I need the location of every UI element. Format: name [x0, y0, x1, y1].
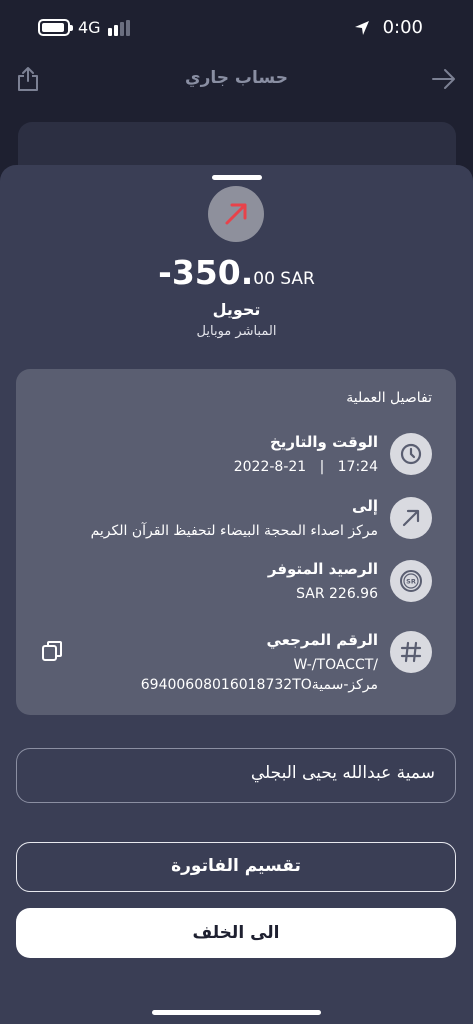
datetime-label: الوقت والتاريخ: [269, 433, 378, 451]
clock: 0:00: [382, 17, 423, 38]
reference-label: الرقم المرجعي: [266, 631, 378, 649]
reference-line1: W-/TOACCT/: [293, 657, 378, 673]
hash-icon: [400, 641, 422, 663]
amount-fraction: 00 SAR: [253, 269, 315, 289]
datetime-value: 17:24 | 2022-8-21: [234, 459, 378, 475]
forward-arrow-icon[interactable]: [431, 68, 457, 90]
home-indicator[interactable]: [152, 1010, 321, 1015]
recipient-label: إلى: [352, 497, 378, 515]
back-button[interactable]: الى الخلف: [16, 908, 456, 958]
details-card: تفاصيل العملية الوقت والتاريخ 17:24 | 20…: [16, 369, 456, 715]
svg-text:SR: SR: [406, 578, 416, 586]
balance-value: SAR 226.96: [296, 586, 378, 602]
network-label: 4G: [78, 18, 101, 37]
balance-row: SR الرصيد المتوفر SAR 226.96: [40, 560, 432, 610]
transaction-type: تحويل: [212, 300, 261, 319]
transaction-sheet: -350.00 SAR تحويل المباشر موبايل تفاصيل …: [0, 165, 473, 1024]
sar-icon-wrap: SR: [390, 560, 432, 602]
amount-main: -350.: [158, 253, 254, 292]
split-bill-button[interactable]: تقسيم الفاتورة: [16, 842, 456, 892]
recipient-row: إلى مركز اصداء المحجة البيضاء لتحفيظ الق…: [40, 497, 432, 547]
amount: -350.00 SAR: [0, 253, 473, 292]
outgoing-arrow-icon: [225, 203, 247, 225]
recipient-value: مركز اصداء المحجة البيضاء لتحفيظ القرآن …: [90, 523, 378, 539]
name-field[interactable]: سمية عبدالله يحيى البجلي: [16, 748, 456, 803]
details-title: تفاصيل العملية: [346, 390, 432, 406]
hash-icon-wrap: [390, 631, 432, 673]
date-value: 2022-8-21: [233, 459, 307, 475]
sar-coin-icon: SR: [400, 570, 422, 592]
datetime-separator: |: [319, 459, 325, 475]
status-bar: 4G 0:00: [0, 0, 473, 56]
name-field-value: سمية عبدالله يحيى البجلي: [250, 763, 435, 783]
time-value: 17:24: [337, 459, 378, 475]
signal-icon: [108, 20, 134, 36]
reference-line2: 69400608016018732TOمركز-سمية: [140, 677, 378, 693]
arrow-icon-wrap: [390, 497, 432, 539]
balance-label: الرصيد المتوفر: [267, 560, 378, 578]
datetime-row: الوقت والتاريخ 17:24 | 2022-8-21: [40, 433, 432, 483]
transaction-icon: [208, 186, 264, 242]
sheet-grabber[interactable]: [212, 175, 262, 180]
clock-icon-wrap: [390, 433, 432, 475]
background-header: حساب جاري: [0, 56, 473, 116]
copy-icon[interactable]: [40, 639, 64, 663]
transaction-channel: المباشر موبايل: [196, 324, 277, 339]
background-title: حساب جاري: [185, 68, 288, 88]
clock-icon: [400, 443, 422, 465]
outgoing-arrow-icon: [402, 509, 420, 527]
location-arrow-icon: [355, 21, 369, 35]
battery-icon: [38, 19, 73, 36]
reference-row: الرقم المرجعي W-/TOACCT/ 694006080160187…: [40, 631, 432, 701]
